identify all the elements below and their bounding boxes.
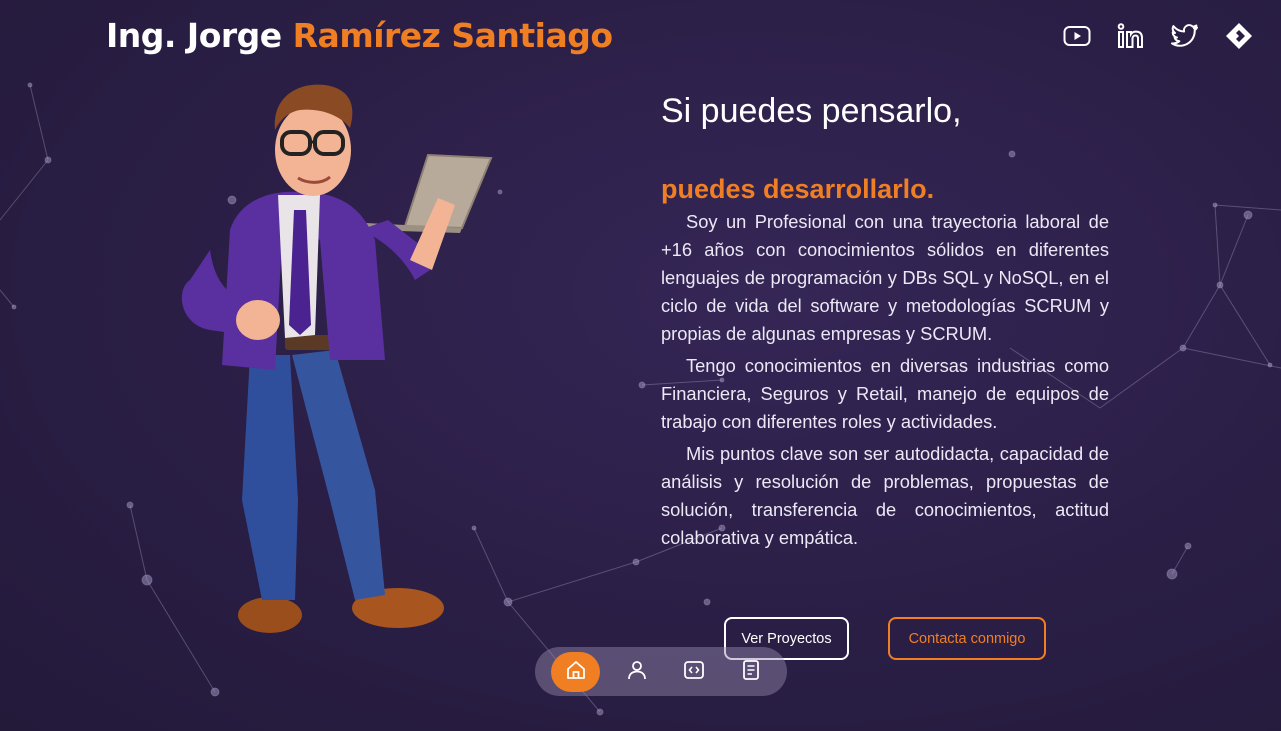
nav-projects[interactable] [674,652,714,692]
site-title-name: Ramírez Santiago [292,16,613,55]
home-icon [565,659,587,685]
user-icon [626,659,648,685]
nav-resume[interactable] [731,652,771,692]
bio-paragraph: Soy un Profesional con una trayectoria l… [661,211,1109,344]
document-icon [740,659,762,685]
bio-section: Soy un Profesional con una trayectoria l… [661,208,1109,556]
headline-line1: Si puedes pensarlo, [661,92,962,130]
contact-button[interactable]: Contacta conmigo [888,617,1046,660]
bio-paragraph: Tengo conocimientos en diversas industri… [661,355,1109,432]
site-title: Ing. Jorge Ramírez Santiago [106,16,613,55]
nav-about[interactable] [617,652,657,692]
avatar-illustration [170,80,510,640]
site-title-prefix: Ing. Jorge [106,16,293,55]
social-links [1061,20,1255,52]
headline-line2: puedes desarrollarlo. [661,174,935,204]
youtube-icon[interactable] [1061,20,1093,52]
bio-paragraph: Mis puntos clave son ser autodidacta, ca… [661,443,1109,548]
code-icon [683,659,705,685]
linkedin-icon[interactable] [1115,20,1147,52]
bottom-nav-dock [535,647,787,696]
brand-logo-icon[interactable] [1223,20,1255,52]
nav-home[interactable] [551,651,600,692]
twitter-icon[interactable] [1169,20,1201,52]
